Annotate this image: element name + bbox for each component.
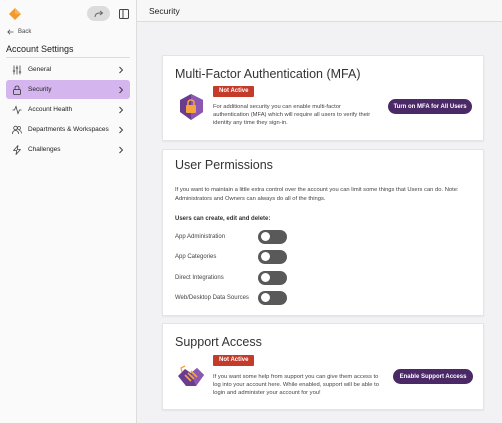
redo-button[interactable] [87, 6, 110, 21]
activity-icon [12, 104, 22, 115]
settings-nav: General Security Account Health Departme… [6, 60, 130, 160]
enable-support-access-button[interactable]: Enable Support Access [393, 369, 473, 384]
permission-row-data-sources: Web/Desktop Data Sources [175, 290, 295, 305]
sidebar: Back Account Settings General Security A… [0, 0, 137, 423]
lightning-icon [12, 144, 22, 155]
app-logo [9, 8, 21, 20]
permission-label: App Administration [175, 233, 226, 240]
sidebar-item-security[interactable]: Security [6, 80, 130, 99]
sidebar-panel-icon [119, 8, 129, 19]
chevron-right-icon [119, 146, 124, 153]
sidebar-divider [6, 57, 130, 58]
sidebar-item-label: General [28, 66, 52, 73]
sidebar-item-challenges[interactable]: Challenges [6, 140, 130, 159]
mfa-card: Multi-Factor Authentication (MFA) Not Ac… [162, 55, 484, 141]
handshake-icon [178, 365, 204, 386]
status-badge: Not Active [213, 86, 255, 97]
permission-row-app-categories: App Categories [175, 249, 295, 264]
permission-row-app-administration: App Administration [175, 229, 295, 244]
chevron-right-icon [119, 126, 124, 133]
sidebar-item-label: Security [28, 86, 52, 93]
status-badge: Not Active [213, 355, 255, 366]
support-title: Support Access [175, 335, 262, 349]
permission-label: App Categories [175, 253, 217, 260]
permission-label: Web/Desktop Data Sources [175, 294, 249, 301]
sidebar-title: Account Settings [6, 44, 74, 54]
back-label: Back [18, 29, 32, 35]
mfa-title: Multi-Factor Authentication (MFA) [175, 67, 361, 81]
support-card: Support Access Not Active If you want so… [162, 323, 484, 410]
shield-lock-icon [180, 94, 203, 120]
arrow-left-icon [7, 29, 14, 35]
page-header: Security [137, 0, 502, 22]
permission-label: Direct Integrations [175, 274, 224, 281]
sidebar-item-departments-workspaces[interactable]: Departments & Workspaces [6, 120, 130, 139]
permission-row-direct-integrations: Direct Integrations [175, 270, 295, 285]
permissions-card: User Permissions If you want to maintain… [162, 149, 484, 316]
sidebar-item-account-health[interactable]: Account Health [6, 100, 130, 119]
direct-integrations-toggle[interactable] [258, 270, 287, 285]
turn-on-mfa-button[interactable]: Turn on MFA for All Users [388, 99, 472, 114]
sliders-icon [12, 65, 22, 75]
data-sources-toggle[interactable] [258, 290, 287, 305]
support-description: If you want some help from support you c… [213, 374, 379, 396]
sidebar-item-label: Departments & Workspaces [28, 126, 109, 133]
page-title: Security [149, 6, 180, 16]
sidebar-item-label: Challenges [28, 146, 61, 153]
chevron-right-icon [119, 66, 124, 73]
toggle-knob [261, 293, 270, 302]
app-categories-toggle[interactable] [258, 249, 287, 264]
app-administration-toggle[interactable] [258, 229, 287, 244]
chevron-right-icon [119, 86, 124, 93]
chevron-right-icon [119, 106, 124, 113]
redo-icon [94, 10, 103, 17]
permissions-title: User Permissions [175, 158, 273, 172]
sidebar-item-label: Account Health [28, 106, 73, 113]
toggle-knob [261, 252, 270, 261]
permissions-intro: If you want to maintain a little extra c… [175, 187, 459, 202]
back-link[interactable]: Back [7, 29, 31, 35]
mfa-description: For additional security you can enable m… [213, 104, 371, 126]
users-icon [12, 125, 22, 135]
lock-icon [12, 85, 22, 95]
toggle-knob [261, 232, 270, 241]
sidebar-item-general[interactable]: General [6, 60, 130, 79]
toggle-knob [261, 273, 270, 282]
permissions-subheading: Users can create, edit and delete: [175, 216, 271, 222]
toggle-sidebar-button[interactable] [118, 6, 130, 21]
